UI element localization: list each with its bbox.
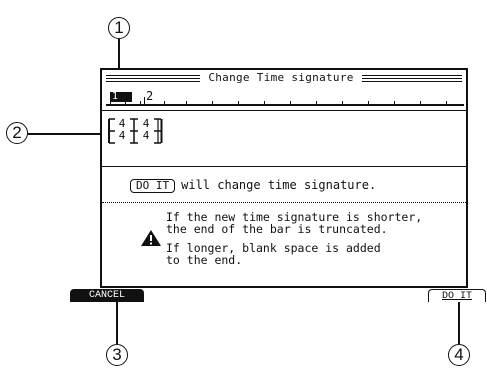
cancel-button[interactable]: CANCEL xyxy=(70,289,144,302)
doit-button-label: DO IT xyxy=(441,291,472,302)
callout-1: 1 xyxy=(108,17,130,39)
ruler-tick xyxy=(290,101,291,105)
old-time-signature: 4 4 xyxy=(115,118,129,142)
doit-button[interactable]: DO IT xyxy=(428,289,486,302)
window-titlebar: Change Time signature xyxy=(106,71,462,85)
new-time-signature: 4 4 xyxy=(139,118,153,142)
ruler-tick xyxy=(264,101,265,105)
ruler-tick xyxy=(316,101,317,105)
callout-2-leader xyxy=(28,133,106,135)
ruler-tick xyxy=(420,101,421,105)
bar-ruler[interactable]: 1 2 xyxy=(106,87,464,107)
divider-middle xyxy=(102,166,466,167)
ruler-tick xyxy=(125,101,126,105)
callout-3-leader xyxy=(116,302,118,344)
message-line-4: to the end. xyxy=(166,253,243,267)
ruler-tick xyxy=(144,97,145,105)
doit-instruction: DO IT will change time signature. xyxy=(130,178,376,193)
new-denominator: 4 xyxy=(142,129,150,142)
callout-2: 2 xyxy=(6,122,28,144)
bar-end-mark xyxy=(154,118,163,144)
ruler-tick xyxy=(186,101,187,105)
ruler-tick xyxy=(394,101,395,105)
ruler-tick xyxy=(368,101,369,105)
time-signature-display[interactable]: 4 4 4 4 xyxy=(108,118,192,146)
bar-number-2[interactable]: 2 xyxy=(146,89,153,103)
change-time-signature-window: Change Time signature 1 2 4 4 4 4 DO IT … xyxy=(100,68,468,288)
ruler-tick xyxy=(140,101,141,105)
doit-instruction-text: will change time signature. xyxy=(181,178,377,192)
callout-3: 3 xyxy=(106,344,128,366)
old-denominator: 4 xyxy=(118,129,126,142)
ruler-tick xyxy=(342,101,343,105)
callout-4: 4 xyxy=(448,344,470,366)
message-line-2: the end of the bar is truncated. xyxy=(166,222,388,236)
divider-top xyxy=(102,110,466,111)
divider-dotted xyxy=(102,202,466,203)
ruler-baseline xyxy=(106,104,464,106)
ruler-tick xyxy=(446,101,447,105)
callout-4-leader xyxy=(458,302,460,344)
window-title: Change Time signature xyxy=(208,71,354,84)
ruler-tick xyxy=(110,97,111,105)
ruler-tick xyxy=(212,101,213,105)
titlebar-stripes-right xyxy=(362,75,462,83)
doit-key-label: DO IT xyxy=(130,179,176,193)
warning-triangle-icon xyxy=(141,230,161,246)
ruler-tick xyxy=(164,101,165,105)
titlebar-stripes-left xyxy=(106,75,200,83)
bar-line-mark xyxy=(130,118,138,144)
ruler-tick xyxy=(238,101,239,105)
selected-bar-1[interactable]: 1 xyxy=(110,92,132,102)
